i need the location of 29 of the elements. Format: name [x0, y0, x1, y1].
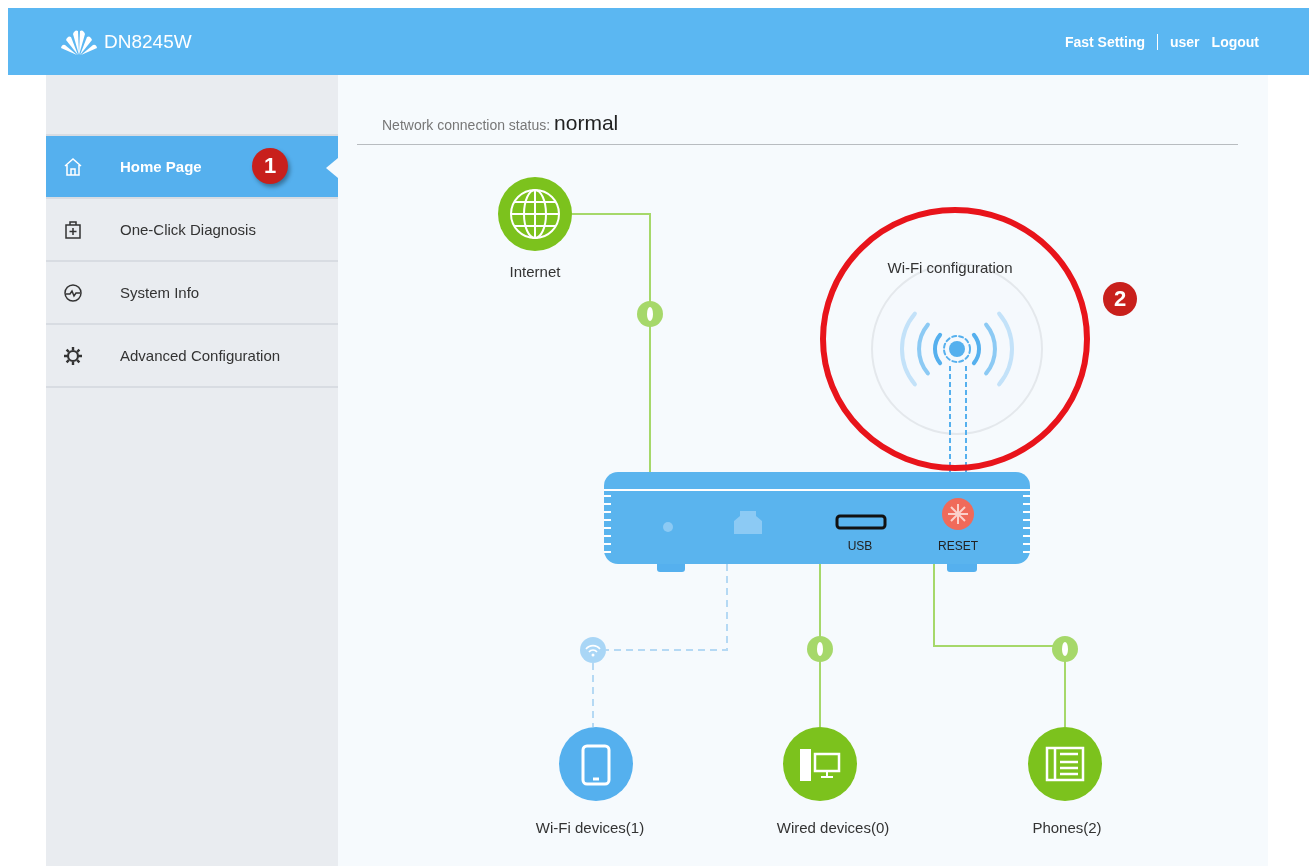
step-badge: 1: [252, 148, 288, 184]
desktop-computer-icon[interactable]: [783, 727, 857, 801]
step-number-label: 2: [1113, 286, 1127, 311]
pulse-icon: [62, 281, 84, 304]
wifi-node-icon: [580, 637, 606, 663]
link-node-icon: [1052, 636, 1078, 662]
wifi-signal-icon: [900, 311, 1014, 387]
port-label: RESET: [938, 539, 978, 553]
sidebar-item[interactable]: Home Page 1: [46, 136, 338, 199]
wifi-config-label[interactable]: Wi-Fi configuration: [887, 259, 1013, 276]
settings-icon: [62, 344, 84, 367]
telephone-icon[interactable]: [1028, 727, 1102, 801]
tablet-icon[interactable]: [559, 727, 633, 801]
port-label: USB: [847, 539, 873, 553]
link-node-icon: [807, 636, 833, 662]
first-aid-kit-icon: [62, 218, 84, 241]
globe-icon[interactable]: [498, 177, 572, 251]
product-name: DN8245W: [104, 30, 192, 53]
device-label[interactable]: Wired devices(0): [776, 819, 890, 836]
internet-label: Internet: [509, 263, 561, 280]
wifi-config-button[interactable]: [871, 263, 1043, 435]
status-value: normal: [554, 111, 619, 135]
home-icon: [62, 155, 84, 178]
petal-logo-icon: [60, 27, 98, 56]
device-label[interactable]: Wi-Fi devices(1): [535, 819, 645, 836]
device-label[interactable]: Phones(2): [1032, 819, 1102, 836]
status-label: Network connection status:: [382, 117, 551, 133]
step-badge: [1103, 282, 1137, 316]
link-node-icon: [637, 301, 663, 327]
